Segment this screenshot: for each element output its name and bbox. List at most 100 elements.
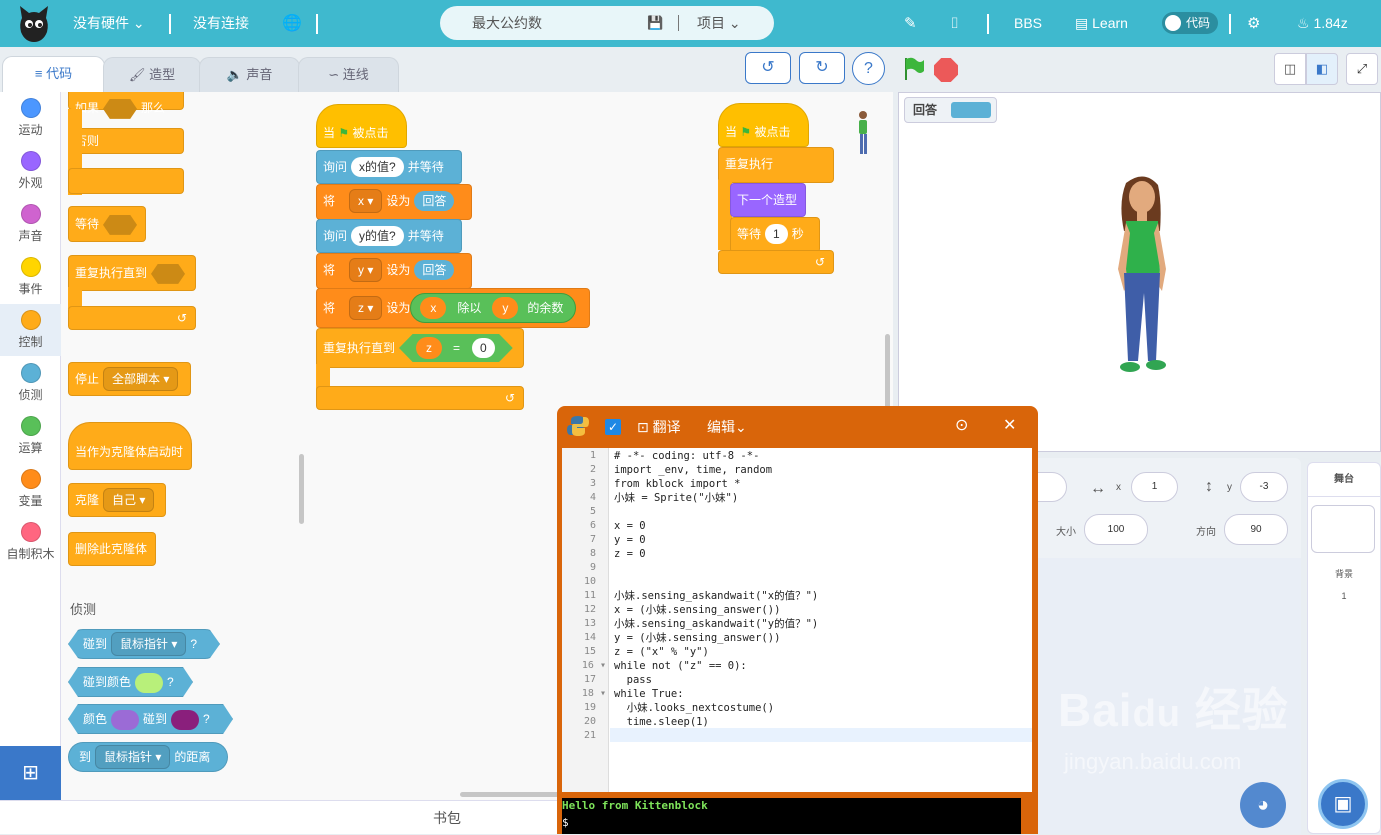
category-looks[interactable]: 外观 <box>0 151 61 191</box>
x-reporter[interactable]: x <box>420 297 447 319</box>
camera-icon[interactable]: ⌷ <box>950 0 959 47</box>
palette-scrollbar[interactable] <box>299 454 304 524</box>
clone-dropdown[interactable]: 自己 ▾ <box>103 488 155 512</box>
next-costume-block[interactable]: 下一个造型 <box>730 183 806 217</box>
python-editor[interactable]: 1 2 3 4 5 6 7 8 9 10 11 12 13 14 15 16 ▾ 17 18 ▾ 19 20 21 # … <box>562 448 1032 792</box>
connection-menu[interactable]: 没有连接 <box>193 0 249 47</box>
project-menu[interactable]: 项目 ⌄ <box>697 6 741 40</box>
size-input[interactable]: 100 <box>1084 514 1148 545</box>
equals-operator[interactable]: z = 0 <box>399 334 513 362</box>
translate-button[interactable]: ⊡ 翻译 <box>637 406 681 448</box>
wait-seconds-block[interactable]: 等待 1 秒 <box>730 217 820 253</box>
color-swatch[interactable] <box>171 709 200 730</box>
stop-dropdown[interactable]: 全部脚本 ▾ <box>103 367 179 391</box>
variable-dropdown[interactable]: y ▾ <box>349 258 383 282</box>
fullscreen-button[interactable]: ⤢ <box>1346 53 1378 85</box>
category-operators[interactable]: 运算 <box>0 416 61 456</box>
distance-to-block[interactable]: 到鼠标指针 ▾ 的距离 <box>68 742 228 772</box>
z-reporter[interactable]: z <box>416 337 443 359</box>
help-button[interactable]: ? <box>852 52 885 85</box>
save-icon[interactable]: 💾 <box>647 6 663 40</box>
delete-clone-block[interactable]: 删除此克隆体 <box>68 532 156 566</box>
tab-code[interactable]: ≡ 代码 <box>2 56 105 93</box>
loop-arrow-icon: ↺ <box>814 255 825 269</box>
ask-and-wait-block[interactable]: 询问 x的值? 并等待 <box>316 150 462 184</box>
color-touching-color-block[interactable]: 颜色 碰到? <box>68 704 233 734</box>
tab-costumes[interactable]: 🖌 造型 <box>103 57 201 93</box>
code-toggle[interactable]: 代码 <box>1162 12 1218 34</box>
undo-button[interactable]: ↺ <box>745 52 791 84</box>
distance-dropdown[interactable]: 鼠标指针 ▾ <box>95 745 171 769</box>
category-sound[interactable]: 声音 <box>0 204 61 244</box>
hardware-menu[interactable]: 没有硬件 ⌄ <box>73 0 145 47</box>
ask-and-wait-block[interactable]: 询问 y的值? 并等待 <box>316 219 462 253</box>
repeat-until-block[interactable]: 重复执行直到 z = 0 <box>316 328 524 368</box>
variable-dropdown[interactable]: x ▾ <box>349 189 383 213</box>
stop-block[interactable]: 停止 全部脚本 ▾ <box>68 362 191 396</box>
y-reporter[interactable]: y <box>492 297 519 319</box>
project-name-input[interactable]: 最大公约数 <box>472 6 542 40</box>
run-icon[interactable]: ⊙ <box>955 406 968 446</box>
category-control[interactable]: 控制 <box>0 304 61 356</box>
category-variables[interactable]: 变量 <box>0 469 61 509</box>
edit-menu[interactable]: 编辑⌄ <box>707 406 747 448</box>
when-clone-block[interactable]: 当作为克隆体启动时 <box>68 422 192 470</box>
color-swatch[interactable] <box>135 672 164 693</box>
seconds-input[interactable]: 1 <box>765 224 788 244</box>
globe-icon[interactable]: 🌐 <box>282 0 302 47</box>
bbs-link[interactable]: BBS <box>1014 0 1042 47</box>
y-input[interactable]: -3 <box>1240 472 1288 502</box>
small-stage-button[interactable]: ◫ <box>1274 53 1306 85</box>
redo-button[interactable]: ↻ <box>799 52 845 84</box>
category-motion[interactable]: 运动 <box>0 98 61 138</box>
set-variable-block[interactable]: 将 x ▾ 设为 回答 <box>316 184 472 220</box>
close-icon[interactable]: ✕ <box>1003 406 1016 446</box>
ask-input[interactable]: y的值? <box>351 226 404 246</box>
answer-reporter[interactable]: 回答 <box>414 260 455 280</box>
block-text: 等待 <box>737 227 762 241</box>
when-flag-clicked-hat[interactable]: 当 ⚑ 被点击 <box>718 103 809 147</box>
girl-sprite[interactable] <box>1104 173 1184 378</box>
stage-thumbnail[interactable] <box>1311 505 1375 553</box>
category-my-blocks[interactable]: 自制积木 <box>0 522 61 562</box>
add-backdrop-button[interactable]: ▣ <box>1318 779 1368 829</box>
repeat-until-block[interactable]: 重复执行直到 <box>68 255 196 291</box>
category-sensing[interactable]: 侦测 <box>0 363 61 403</box>
answer-reporter[interactable]: 回答 <box>414 191 455 211</box>
kittenblock-logo[interactable] <box>18 4 50 42</box>
mod-operator[interactable]: x 除以 y 的余数 <box>410 293 577 323</box>
pen-icon[interactable]: ✎ <box>904 0 917 47</box>
block-text: 当作为克隆体启动时 <box>75 445 184 459</box>
zero-input[interactable]: 0 <box>472 338 495 358</box>
sync-checkbox[interactable]: ✓ <box>605 419 621 435</box>
learn-link[interactable]: ▤ Learn <box>1075 0 1128 47</box>
category-events[interactable]: 事件 <box>0 257 61 297</box>
large-stage-button[interactable]: ◧ <box>1306 53 1338 85</box>
gear-icon[interactable]: ⚙ <box>1247 0 1260 47</box>
ask-input[interactable]: x的值? <box>351 157 404 177</box>
console-output[interactable]: Hello from Kittenblock $ <box>562 798 1021 834</box>
direction-input[interactable]: 90 <box>1224 514 1288 545</box>
add-extension-button[interactable]: ⊞ <box>0 746 61 800</box>
when-flag-clicked-hat[interactable]: 当 ⚑ 被点击 <box>316 104 407 148</box>
translate-label: 翻译 <box>652 419 681 435</box>
if-then-block[interactable]: 如果 那么 <box>68 92 184 119</box>
tab-wiring[interactable]: ∽ 连线 <box>298 57 399 93</box>
touching-color-block[interactable]: 碰到颜色? <box>68 667 193 697</box>
workspace-h-scrollbar[interactable] <box>460 792 560 797</box>
color-swatch[interactable] <box>111 709 140 730</box>
backpack-bar[interactable]: 书包 <box>0 800 558 834</box>
tab-sounds[interactable]: 🔈 声音 <box>199 57 300 93</box>
touching-dropdown[interactable]: 鼠标指针 ▾ <box>111 632 187 656</box>
else-block[interactable]: 否则 <box>68 128 184 154</box>
set-variable-block[interactable]: 将 y ▾ 设为 回答 <box>316 253 472 289</box>
variable-dropdown[interactable]: z ▾ <box>349 296 383 320</box>
forever-block[interactable]: 重复执行 <box>718 147 834 183</box>
touching-block[interactable]: 碰到 鼠标指针 ▾? <box>68 629 220 659</box>
x-input[interactable]: 1 <box>1131 472 1178 502</box>
clone-block[interactable]: 克隆 自己 ▾ <box>68 483 166 517</box>
stage-canvas[interactable]: 回答 <box>898 92 1381 452</box>
condition-slot <box>151 263 186 284</box>
set-variable-block[interactable]: 将 z ▾ 设为 x 除以 y 的余数 <box>316 288 590 328</box>
wait-until-block[interactable]: 等待 <box>68 206 146 242</box>
